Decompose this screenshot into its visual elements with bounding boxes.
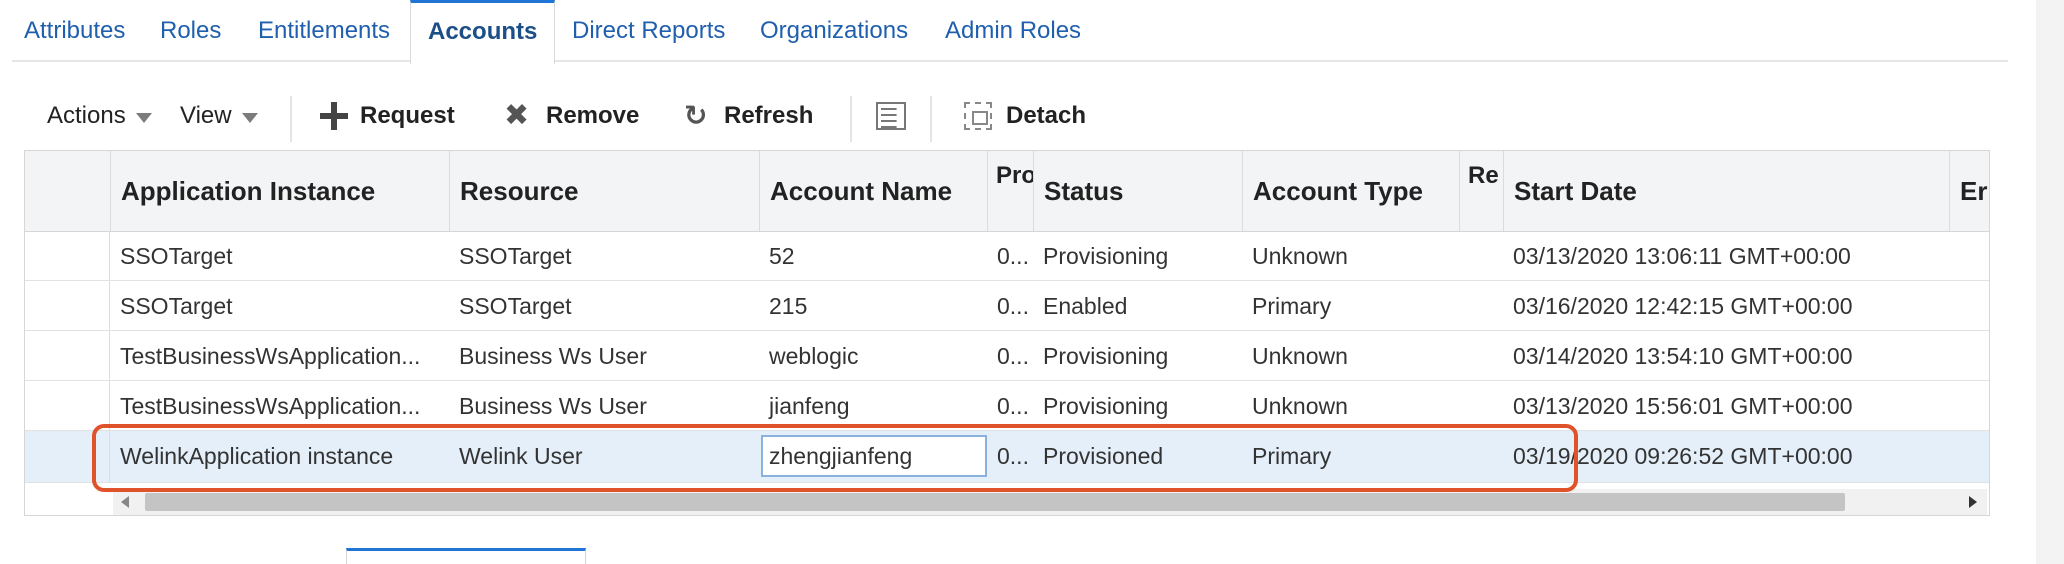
cell-status: Provisioned [1043,443,1164,469]
refresh-button[interactable]: ↻ Refresh [684,84,844,148]
remove-button[interactable]: ✖ Remove [504,84,674,148]
cell-account-type: Unknown [1252,243,1348,269]
cell-account-type: Primary [1252,293,1332,319]
cell-start-date: 03/13/2020 13:06:11 GMT+00:00 [1513,243,1851,269]
chevron-down-icon [135,112,152,123]
cell-start-date: 03/19/2020 09:26:52 GMT+00:00 [1513,443,1853,469]
detach-button[interactable]: Detach [964,84,1114,148]
column-header-provisioned-on[interactable]: Pro On [987,151,1033,231]
query-by-example-button[interactable] [872,84,912,148]
remove-label: Remove [546,102,640,129]
cell-account-name: 215 [769,293,808,319]
cell-resource: Welink User [459,443,583,469]
cell-resource: SSOTarget [459,293,572,319]
cell-account-type: Unknown [1252,343,1348,369]
row-selector[interactable] [25,331,110,380]
tab-roles[interactable]: Roles [160,0,221,60]
request-label: Request [360,102,455,129]
column-header-status[interactable]: Status [1033,151,1242,231]
cell-application-instance: TestBusinessWsApplication... [120,343,421,369]
cell-account-type: Unknown [1252,393,1348,419]
cell-provisioned-on: 0... [997,343,1029,369]
row-selector[interactable] [25,381,110,430]
column-header-end-date[interactable]: Er [1949,151,1989,231]
accounts-table: Application Instance Resource Account Na… [24,150,1990,516]
page-scrollbar[interactable] [2036,0,2064,564]
view-menu[interactable]: View [180,84,258,148]
table-row-selected[interactable]: WelinkApplication instance Welink User z… [25,431,1989,483]
column-header-application-instance[interactable]: Application Instance [110,151,449,231]
cell-account-name: jianfeng [769,393,850,419]
tab-attributes[interactable]: Attributes [24,0,125,60]
cell-resource: SSOTarget [459,243,572,269]
column-header-request-id[interactable]: Re ID [1459,151,1503,231]
view-label: View [180,102,232,129]
request-button[interactable]: Request [320,84,490,148]
cell-resource: Business Ws User [459,343,647,369]
close-icon: ✖ [504,99,530,132]
table-row[interactable]: SSOTarget SSOTarget 215 0... Enabled Pri… [25,281,1989,331]
cell-provisioned-on: 0... [997,293,1029,319]
toolbar-divider [930,96,932,142]
detach-icon [964,102,992,130]
actions-menu[interactable]: Actions [47,84,152,148]
horizontal-scrollbar[interactable] [113,489,1987,515]
tab-bar: Attributes Roles Entitlements Accounts D… [12,0,2008,64]
chevron-down-icon [241,112,258,123]
refresh-label: Refresh [724,102,814,129]
filter-icon [876,102,906,130]
scroll-right-icon[interactable] [1969,496,1977,508]
column-header-resource[interactable]: Resource [449,151,759,231]
table-row[interactable]: SSOTarget SSOTarget 52 0... Provisioning… [25,231,1989,281]
cell-application-instance: WelinkApplication instance [120,443,394,469]
cell-account-name: 52 [769,243,795,269]
cell-account-name: zhengjianfeng [769,443,913,469]
bottom-tab-fragment[interactable] [346,548,586,564]
accounts-toolbar: Actions View Request ✖ Remove ↻ Refresh … [24,84,1984,148]
cell-provisioned-on: 0... [997,243,1029,269]
tab-admin-roles[interactable]: Admin Roles [945,0,1081,60]
table-header: Application Instance Resource Account Na… [25,151,1989,232]
cell-resource: Business Ws User [459,393,647,419]
refresh-icon: ↻ [684,100,708,131]
actions-label: Actions [47,102,126,129]
toolbar-divider [290,96,292,142]
column-header-start-date[interactable]: Start Date [1503,151,1949,231]
cell-start-date: 03/16/2020 12:42:15 GMT+00:00 [1513,293,1853,319]
row-selector[interactable] [25,431,110,482]
cell-status: Enabled [1043,293,1128,319]
column-header-account-type[interactable]: Account Type [1242,151,1459,231]
row-selector[interactable] [25,281,110,330]
cell-status: Provisioning [1043,343,1169,369]
toolbar-divider [850,96,852,142]
tab-direct-reports[interactable]: Direct Reports [572,0,725,60]
plus-icon [320,84,348,148]
table-row[interactable]: TestBusinessWsApplication... Business Ws… [25,331,1989,381]
scrollbar-thumb[interactable] [145,493,1845,511]
tab-organizations[interactable]: Organizations [760,0,908,60]
cell-status: Provisioning [1043,393,1169,419]
table-row[interactable]: TestBusinessWsApplication... Business Ws… [25,381,1989,431]
cell-application-instance: SSOTarget [120,293,233,319]
row-selector[interactable] [25,231,110,280]
cell-start-date: 03/13/2020 15:56:01 GMT+00:00 [1513,393,1853,419]
cell-application-instance: TestBusinessWsApplication... [120,393,421,419]
tab-accounts[interactable]: Accounts [410,0,556,64]
cell-status: Provisioning [1043,243,1169,269]
cell-provisioned-on: 0... [997,443,1029,469]
scroll-left-icon[interactable] [121,496,129,508]
cell-provisioned-on: 0... [997,393,1029,419]
cell-account-type: Primary [1252,443,1332,469]
column-header-account-name[interactable]: Account Name [759,151,987,231]
cell-application-instance: SSOTarget [120,243,233,269]
detach-label: Detach [1006,102,1087,129]
cell-account-name: weblogic [769,343,859,369]
cell-start-date: 03/14/2020 13:54:10 GMT+00:00 [1513,343,1853,369]
tab-entitlements[interactable]: Entitlements [258,0,390,60]
